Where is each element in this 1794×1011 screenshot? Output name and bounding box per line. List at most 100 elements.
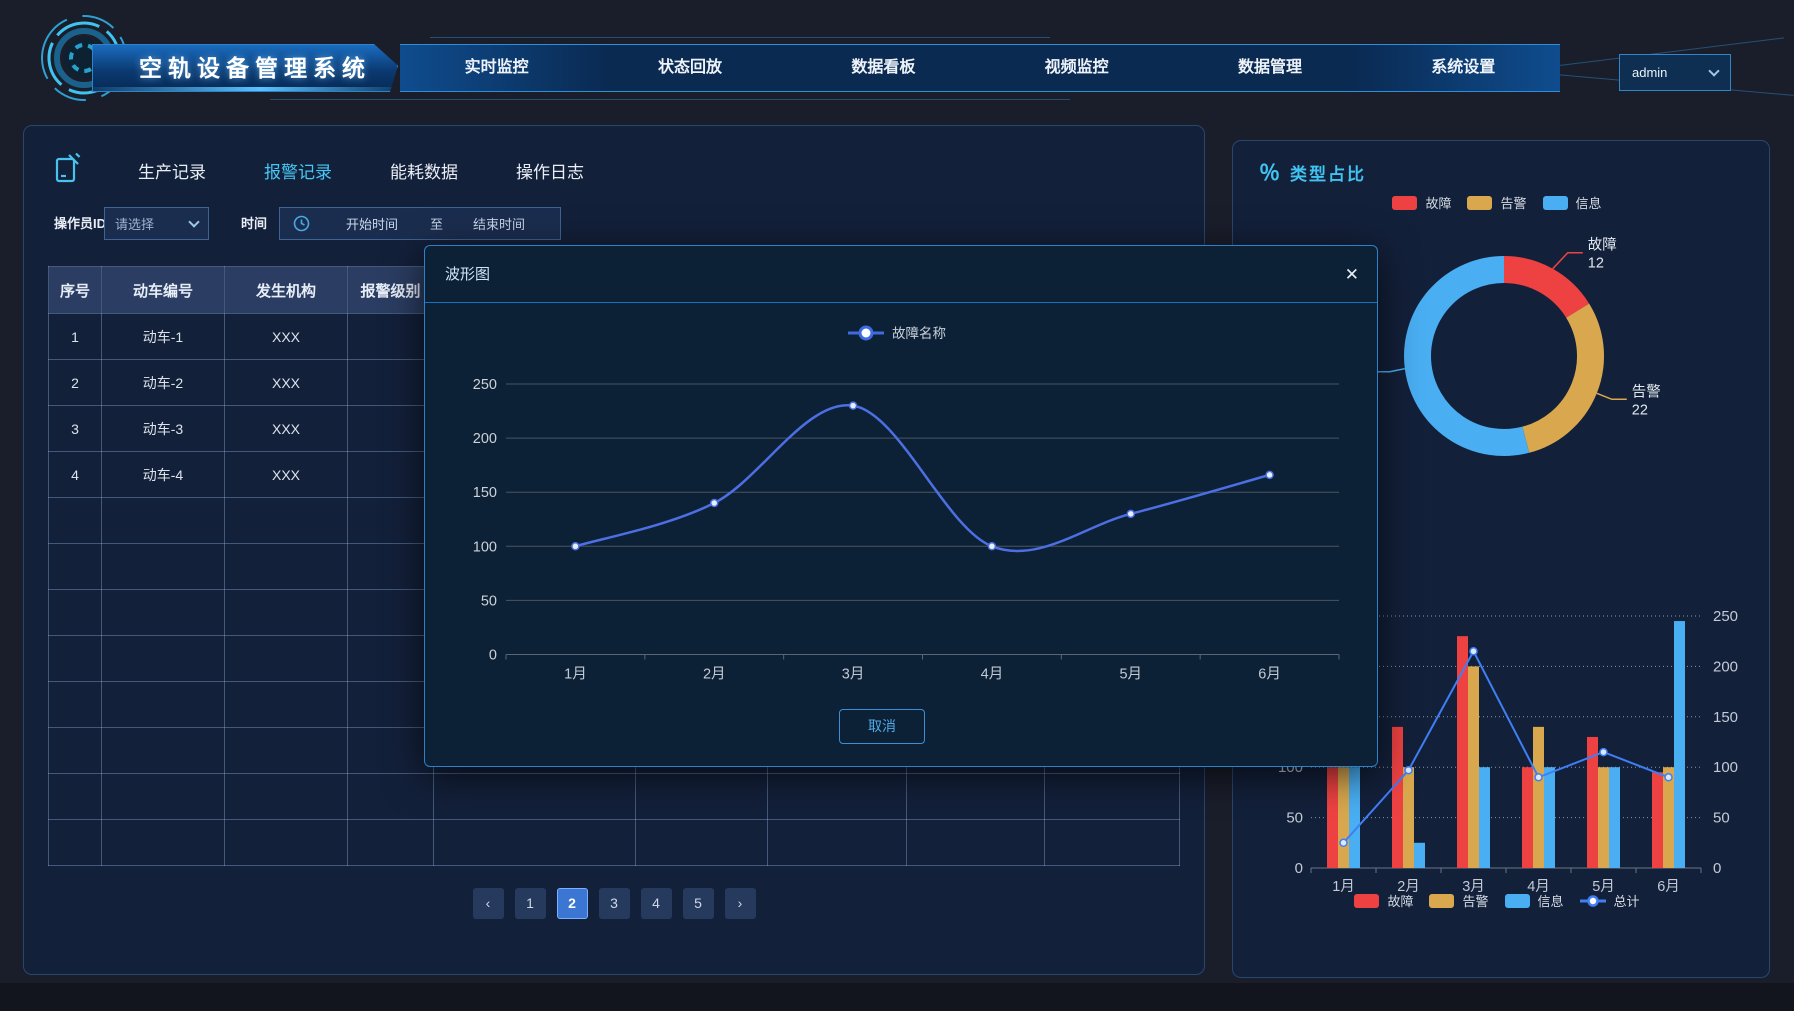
tab-报警记录[interactable]: 报警记录 (235, 158, 361, 183)
svg-text:故障: 故障 (1588, 236, 1617, 254)
table-cell: XXX (225, 452, 348, 498)
svg-text:200: 200 (473, 431, 497, 447)
waveform-line-chart: 0501001502002501月2月3月4月5月6月故障名称 (425, 303, 1377, 703)
app-title: 空轨设备管理系统 (139, 45, 371, 92)
table-cell: 动车-4 (102, 452, 225, 498)
waveform-dialog: 波形图 ✕ 0501001502002501月2月3月4月5月6月故障名称 取消 (424, 245, 1378, 767)
table-cell: 动车-1 (102, 314, 225, 360)
filter-bar: 操作员ID 请选择 时间 开始时间 至 结束时间 查询重置导出生成报表 (24, 207, 1204, 240)
operator-id-select[interactable]: 请选择 (104, 207, 209, 240)
table-cell (49, 590, 102, 636)
table-cell (49, 774, 102, 820)
table-cell (225, 636, 348, 682)
page-button-2[interactable]: 2 (557, 888, 588, 919)
table-header: 序号 (49, 267, 102, 314)
table-cell (348, 314, 434, 360)
legend-swatch-故障[interactable] (1392, 196, 1417, 210)
tab-操作日志[interactable]: 操作日志 (487, 158, 613, 183)
svg-text:0: 0 (489, 648, 497, 664)
chevron-down-icon (188, 216, 199, 227)
nav-item-数据看板[interactable]: 数据看板 (787, 45, 980, 91)
nav-item-实时监控[interactable]: 实时监控 (400, 45, 593, 91)
table-cell (636, 820, 768, 866)
operator-id-placeholder: 请选择 (115, 214, 190, 233)
table-cell (348, 452, 434, 498)
time-to-label: 至 (430, 214, 443, 233)
legend-label-信息: 信息 (1538, 891, 1564, 910)
app-title-band: 空轨设备管理系统 (92, 44, 398, 92)
type-ratio-title: 类型占比 (1290, 160, 1366, 185)
svg-text:22: 22 (1632, 402, 1648, 418)
nav-item-系统设置[interactable]: 系统设置 (1367, 45, 1560, 91)
page-button-4[interactable]: 4 (641, 888, 672, 919)
table-cell: 3 (49, 406, 102, 452)
table-cell (49, 636, 102, 682)
tab-能耗数据[interactable]: 能耗数据 (361, 158, 487, 183)
close-icon[interactable]: ✕ (1345, 246, 1359, 303)
legend-swatch-告警[interactable] (1429, 894, 1454, 908)
table-cell (102, 544, 225, 590)
legend-swatch-故障[interactable] (1354, 894, 1379, 908)
svg-text:50: 50 (1286, 810, 1303, 827)
table-cell (348, 636, 434, 682)
end-time-placeholder[interactable]: 结束时间 (473, 214, 525, 233)
table-cell: 动车-2 (102, 360, 225, 406)
table-cell (348, 498, 434, 544)
svg-text:6月: 6月 (1258, 667, 1281, 683)
legend-swatch-信息[interactable] (1505, 894, 1530, 908)
svg-text:12: 12 (1588, 256, 1604, 272)
svg-text:0: 0 (1295, 860, 1303, 877)
table-cell (49, 728, 102, 774)
table-cell (49, 544, 102, 590)
table-cell (49, 820, 102, 866)
table-cell: 动车-3 (102, 406, 225, 452)
table-cell (768, 820, 907, 866)
table-cell (348, 406, 434, 452)
table-cell: XXX (225, 314, 348, 360)
legend-swatch-信息[interactable] (1543, 196, 1568, 210)
table-cell (348, 360, 434, 406)
table-row (49, 774, 1180, 820)
time-label: 时间 (241, 207, 267, 240)
svg-text:告警: 告警 (1632, 383, 1661, 400)
nav-item-视频监控[interactable]: 视频监控 (980, 45, 1173, 91)
svg-text:250: 250 (473, 377, 497, 393)
page-prev-button[interactable]: ‹ (473, 888, 504, 919)
nav-item-数据管理[interactable]: 数据管理 (1173, 45, 1366, 91)
legend-label-信息: 信息 (1576, 193, 1602, 212)
bar-legend: 故障告警信息总计 (1233, 891, 1769, 910)
nav-item-状态回放[interactable]: 状态回放 (593, 45, 786, 91)
page-button-5[interactable]: 5 (683, 888, 714, 919)
page-next-button[interactable]: › (725, 888, 756, 919)
user-dropdown[interactable]: admin (1619, 54, 1731, 91)
svg-text:0: 0 (1713, 860, 1721, 877)
tab-生产记录[interactable]: 生产记录 (109, 158, 235, 183)
table-cell (434, 774, 636, 820)
table-cell (225, 590, 348, 636)
table-row (49, 820, 1180, 866)
svg-text:200: 200 (1713, 658, 1738, 675)
svg-text:250: 250 (1713, 608, 1738, 625)
legend-swatch-告警[interactable] (1467, 196, 1492, 210)
table-cell: 1 (49, 314, 102, 360)
page-button-1[interactable]: 1 (515, 888, 546, 919)
table-cell (49, 682, 102, 728)
table-cell (102, 820, 225, 866)
table-cell (102, 590, 225, 636)
table-cell (768, 774, 907, 820)
svg-text:100: 100 (1713, 759, 1738, 776)
table-cell (225, 498, 348, 544)
page-button-3[interactable]: 3 (599, 888, 630, 919)
dialog-title: 波形图 (445, 246, 490, 303)
legend-line-marker[interactable] (1580, 895, 1606, 907)
svg-text:4月: 4月 (981, 667, 1004, 683)
table-cell (348, 682, 434, 728)
legend-label-告警: 告警 (1462, 891, 1488, 910)
time-range-picker[interactable]: 开始时间 至 结束时间 (279, 207, 561, 240)
table-header: 发生机构 (225, 267, 348, 314)
cancel-button[interactable]: 取消 (839, 709, 925, 744)
legend-label-告警: 告警 (1500, 193, 1526, 212)
svg-text:50: 50 (481, 593, 497, 609)
start-time-placeholder[interactable]: 开始时间 (346, 214, 398, 233)
svg-text:50: 50 (1713, 810, 1730, 827)
